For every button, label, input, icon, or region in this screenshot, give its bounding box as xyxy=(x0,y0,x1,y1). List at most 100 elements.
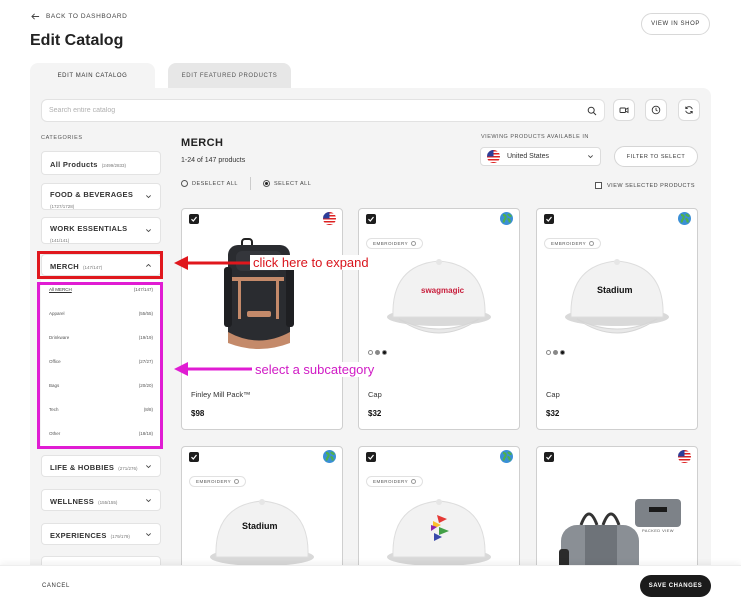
info-icon xyxy=(411,479,417,484)
back-to-dashboard-link[interactable]: BACK TO DASHBOARD xyxy=(31,12,127,21)
filter-to-select-button[interactable]: FILTER TO SELECT xyxy=(614,146,698,167)
category-title: MERCH xyxy=(181,137,224,149)
expand-annotation: click here to expand xyxy=(250,255,372,270)
select-all-radio[interactable]: SELECT ALL xyxy=(262,180,312,187)
viewing-label: VIEWING PRODUCTS AVAILABLE IN xyxy=(481,134,589,140)
category-label: All Products xyxy=(50,160,98,169)
refresh-icon xyxy=(685,106,693,114)
tag-label: EMBROIDERY xyxy=(373,479,409,484)
country-value: United States xyxy=(507,153,550,160)
product-card[interactable]: Finley Mill Pack™ $98 xyxy=(181,208,343,430)
product-checkbox[interactable] xyxy=(366,214,376,224)
back-label: BACK TO DASHBOARD xyxy=(46,13,128,20)
cap-image xyxy=(387,259,491,334)
deselect-all-label: DESELECT ALL xyxy=(192,180,238,187)
swatch-black[interactable] xyxy=(382,350,387,355)
divider xyxy=(249,177,251,190)
color-swatches xyxy=(546,350,565,355)
product-checkbox[interactable] xyxy=(189,452,199,462)
product-logo-text: swagmagic xyxy=(421,286,465,295)
deselect-all-radio[interactable]: DESELECT ALL xyxy=(181,180,238,187)
product-logo-text: Stadium xyxy=(597,285,633,295)
product-name: Cap xyxy=(368,390,382,399)
history-button[interactable] xyxy=(645,99,667,121)
product-checkbox[interactable] xyxy=(544,452,554,462)
category-count: (271/276) xyxy=(118,466,138,471)
clock-icon xyxy=(651,105,661,115)
country-select[interactable]: United States xyxy=(480,147,601,166)
video-icon xyxy=(619,107,629,114)
chevron-down-icon xyxy=(146,498,151,502)
categories-heading: CATEGORIES xyxy=(41,135,83,141)
category-all-products[interactable]: All Products (2499/2833) xyxy=(41,151,161,175)
tag-label: EMBROIDERY xyxy=(196,479,232,484)
view-selected-label: VIEW SELECTED PRODUCTS xyxy=(607,182,696,189)
arrow-left-icon xyxy=(31,13,40,20)
merch-highlight-box xyxy=(37,251,163,279)
category-count: (1727/1728) xyxy=(50,204,75,209)
view-in-shop-button[interactable]: VIEW IN SHOP xyxy=(641,13,710,35)
magenta-arrow-icon xyxy=(174,362,254,376)
category-label: EXPERIENCES xyxy=(50,531,107,540)
tab-edit-main-catalog[interactable]: EDIT MAIN CATALOG xyxy=(30,63,155,88)
category-count: (2499/2833) xyxy=(101,163,127,168)
tag-label: EMBROIDERY xyxy=(551,241,587,246)
embroidery-tag: EMBROIDERY xyxy=(189,476,247,487)
search-input[interactable] xyxy=(49,107,587,114)
globe-icon xyxy=(323,450,336,463)
refresh-button[interactable] xyxy=(678,99,700,121)
page-title: Edit Catalog xyxy=(30,32,124,49)
radio-circle xyxy=(181,180,188,187)
globe-icon xyxy=(678,212,691,225)
us-flag-icon xyxy=(678,450,691,463)
category-food-beverages[interactable]: FOOD & BEVERAGES (1727/1728) xyxy=(41,183,161,210)
swatch-white[interactable] xyxy=(368,350,373,355)
product-checkbox[interactable] xyxy=(189,214,199,224)
chevron-down-icon xyxy=(146,195,151,199)
product-price: $32 xyxy=(368,409,382,418)
product-name: Cap xyxy=(546,390,560,399)
chevron-down-icon xyxy=(146,464,151,468)
product-price: $98 xyxy=(191,409,205,418)
globe-icon xyxy=(500,450,513,463)
embroidery-tag: EMBROIDERY xyxy=(366,476,424,487)
view-selected-checkbox[interactable]: VIEW SELECTED PRODUCTS xyxy=(595,182,695,189)
category-count: (155/155) xyxy=(98,500,118,505)
product-name: Finley Mill Pack™ xyxy=(191,390,251,399)
tab-edit-featured-products[interactable]: EDIT FEATURED PRODUCTS xyxy=(168,63,291,88)
swatch-gray[interactable] xyxy=(375,350,380,355)
category-wellness[interactable]: WELLNESS (155/155) xyxy=(41,489,161,511)
info-icon xyxy=(589,241,595,246)
product-card[interactable]: EMBROIDERY Stadium Cap $32 xyxy=(536,208,698,430)
category-count: (141/141) xyxy=(50,238,70,243)
cancel-button[interactable]: CANCEL xyxy=(42,583,70,589)
category-label: WELLNESS xyxy=(50,497,95,506)
swatch-gray[interactable] xyxy=(553,350,558,355)
us-flag-icon xyxy=(323,212,336,225)
swatch-white[interactable] xyxy=(546,350,551,355)
video-button[interactable] xyxy=(613,99,635,121)
product-card[interactable]: EMBROIDERY swagmagic Cap $32 xyxy=(358,208,520,430)
product-count: 1-24 of 147 products xyxy=(181,157,246,164)
tag-label: EMBROIDERY xyxy=(373,241,409,246)
radio-circle-selected xyxy=(262,180,270,187)
select-all-label: SELECT ALL xyxy=(273,180,312,187)
category-count: (179/179) xyxy=(110,534,130,539)
info-icon xyxy=(411,241,417,246)
search-icon[interactable] xyxy=(587,106,597,116)
save-changes-button[interactable]: SAVE CHANGES xyxy=(640,575,711,597)
checkbox-box xyxy=(595,182,602,189)
swatch-black[interactable] xyxy=(560,350,565,355)
product-checkbox[interactable] xyxy=(366,452,376,462)
category-work-essentials[interactable]: WORK ESSENTIALS (141/141) xyxy=(41,217,161,244)
color-swatches xyxy=(368,350,387,355)
red-arrow-icon xyxy=(174,256,252,270)
us-flag-icon xyxy=(487,150,500,163)
product-logo-text: Stadium xyxy=(242,521,278,531)
product-checkbox[interactable] xyxy=(544,214,554,224)
subcategory-annotation: select a subcategory xyxy=(252,362,378,377)
footer-bar: CANCEL SAVE CHANGES xyxy=(0,565,741,607)
category-experiences[interactable]: EXPERIENCES (179/179) xyxy=(41,523,161,545)
category-life-hobbies[interactable]: LIFE & HOBBIES (271/276) xyxy=(41,455,161,477)
category-label: WORK ESSENTIALS xyxy=(50,224,128,233)
